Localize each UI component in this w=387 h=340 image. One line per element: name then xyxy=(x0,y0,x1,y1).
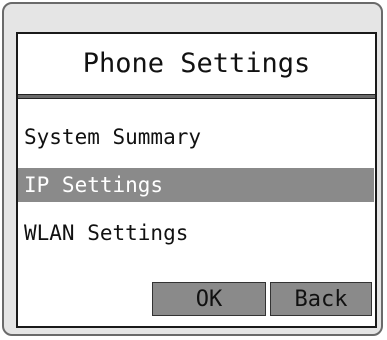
menu-item-ip-settings[interactable]: IP Settings xyxy=(18,168,374,202)
device-frame: Phone Settings System Summary IP Setting… xyxy=(2,2,383,336)
phone-settings-screen: Phone Settings System Summary IP Setting… xyxy=(16,32,377,328)
menu-item-wlan-settings[interactable]: WLAN Settings xyxy=(18,216,375,250)
menu-item-system-summary[interactable]: System Summary xyxy=(18,120,375,154)
page-title: Phone Settings xyxy=(82,48,311,79)
back-button[interactable]: Back xyxy=(270,282,372,316)
ok-button[interactable]: OK xyxy=(152,282,266,316)
title-divider xyxy=(18,94,375,99)
